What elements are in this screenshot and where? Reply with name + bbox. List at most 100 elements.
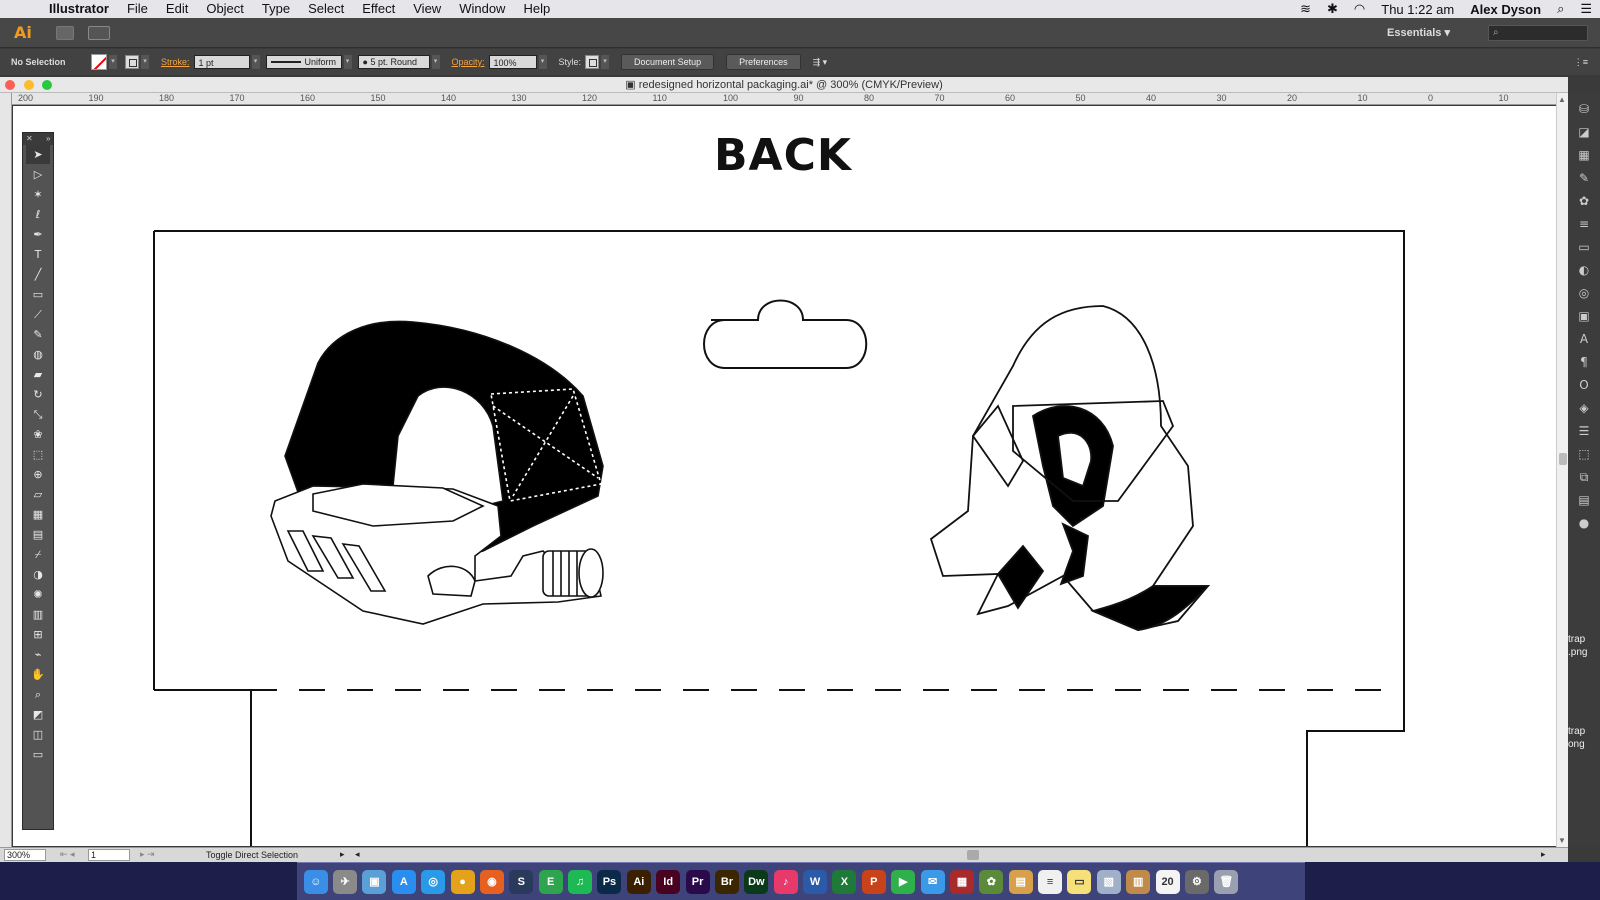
color-icon[interactable]: ● [1575,516,1593,530]
zoom-level-field[interactable]: 300% [4,849,46,861]
minimize-window-button[interactable] [24,80,34,90]
slice-icon[interactable]: ⌁ [26,645,50,664]
pathfinder-icon[interactable]: ⧉ [1575,470,1593,484]
scroll-right-icon[interactable]: ▸ [1541,849,1546,860]
firefox-icon[interactable]: ◉ [479,869,504,894]
facetime-icon[interactable]: ▶ [891,869,916,894]
free-transform-icon[interactable]: ⬚ [26,445,50,464]
help-search-input[interactable]: ⌕ [1488,25,1588,41]
fill-stroke-swatch-icon[interactable]: ◩ [26,705,50,724]
ibooks-2-icon[interactable]: ▥ [1126,869,1151,894]
spotlight-icon[interactable]: ⌕ [1549,1,1572,17]
paintbrush-icon[interactable]: ⟋ [26,305,50,324]
scroll-up-icon[interactable]: ▲ [1558,95,1566,104]
bridge-icon[interactable]: Br [714,869,739,894]
notes-icon[interactable]: ≡ [1038,869,1063,894]
trash-icon[interactable]: 🗑 [1214,869,1239,894]
vertical-scroll-thumb[interactable] [1559,453,1567,465]
menu-window[interactable]: Window [450,0,514,18]
eraser-icon[interactable]: ▰ [26,365,50,384]
creative-cloud-icon[interactable]: ≋ [1292,1,1319,17]
hand-icon[interactable]: ✋ [26,665,50,684]
premiere-icon[interactable]: Pr [685,869,710,894]
symbol-sprayer-icon[interactable]: ✺ [26,585,50,604]
panel-menu-icon[interactable]: ⋮≡ [1574,57,1588,68]
scroll-left-icon[interactable]: ◂ [355,849,360,860]
gradient-icon[interactable]: ▤ [26,525,50,544]
pen-icon[interactable]: ✒ [26,225,50,244]
libraries-icon[interactable]: ⛁ [1575,102,1593,116]
wifi-icon[interactable]: ◠ [1346,1,1373,17]
scroll-down-icon[interactable]: ▼ [1558,836,1566,845]
menu-illustrator[interactable]: Illustrator [40,0,118,18]
linked-file-label-2[interactable]: trap ong [1568,725,1600,751]
menu-type[interactable]: Type [253,0,299,18]
appearance-icon[interactable]: ◎ [1575,286,1593,300]
document-setup-button[interactable]: Document Setup [621,54,715,70]
vertical-scrollbar[interactable]: ▲ ▼ [1556,93,1568,847]
opacity-dropdown[interactable]: ▾ [538,55,547,69]
launchpad-icon[interactable]: ✈ [333,869,358,894]
gradient-panel-icon[interactable]: ▭ [1575,240,1593,254]
app-store-icon[interactable]: A [391,869,416,894]
finder-icon[interactable]: ☺ [303,869,328,894]
brushes-icon[interactable]: ✎ [1575,171,1593,185]
opacity-label[interactable]: Opacity: [452,57,485,67]
artboard-number-field[interactable]: 1 [88,849,130,861]
draw-mode-icon[interactable]: ◫ [26,725,50,744]
zoom-icon[interactable]: ⌕ [26,685,50,704]
powerpoint-icon[interactable]: P [861,869,886,894]
bluetooth-icon[interactable]: ✱ [1319,1,1346,17]
stroke-label[interactable]: Stroke: [161,57,190,67]
workspace-switcher[interactable]: Essentials ▾ [1387,26,1450,39]
excel-icon[interactable]: X [832,869,857,894]
preferences-button[interactable]: Preferences [726,54,801,70]
selection-icon[interactable]: ➤ [26,145,50,164]
warp-icon[interactable]: ❀ [26,425,50,444]
transparency-icon[interactable]: ◐ [1575,263,1593,277]
stroke-weight-input[interactable]: 1 pt [193,55,250,69]
word-icon[interactable]: W [803,869,828,894]
menu-object[interactable]: Object [197,0,253,18]
stickies-icon[interactable]: ▭ [1067,869,1092,894]
preview-2-icon[interactable]: ▧ [1096,869,1121,894]
menu-help[interactable]: Help [514,0,559,18]
messages-icon[interactable]: ✉ [920,869,945,894]
shape-builder-icon[interactable]: ⊕ [26,465,50,484]
safari-icon[interactable]: ◎ [421,869,446,894]
dreamweaver-icon[interactable]: Dw [744,869,769,894]
scale-icon[interactable]: ⤡ [26,405,50,424]
fill-dropdown[interactable]: ▾ [109,55,117,69]
lasso-icon[interactable]: ℓ [26,205,50,224]
artboard-canvas[interactable]: BACK [13,106,1556,846]
notification-center-icon[interactable]: ☰ [1572,1,1600,17]
style-dropdown[interactable]: ▾ [601,55,610,69]
horizontal-scroll-thumb[interactable] [967,850,979,860]
system-preferences-icon[interactable]: ⚙ [1184,869,1209,894]
pencil-icon[interactable]: ✎ [26,325,50,344]
symbols-icon[interactable]: ✿ [1575,194,1593,208]
rotate-icon[interactable]: ↻ [26,385,50,404]
artwork[interactable] [13,106,1556,846]
arrange-icon[interactable]: ⇶ ▾ [813,57,828,68]
mesh-icon[interactable]: ▦ [26,505,50,524]
magic-wand-icon[interactable]: ✶ [26,185,50,204]
evernote-icon[interactable]: E [538,869,563,894]
vertical-ruler[interactable] [0,93,12,847]
user-name[interactable]: Alex Dyson [1462,2,1549,17]
photoshop-icon[interactable]: Ps [597,869,622,894]
graph-icon[interactable]: ▥ [26,605,50,624]
illustrator-icon[interactable]: Ai [626,869,651,894]
brush-dropdown[interactable]: ▾ [431,55,440,69]
brush-definition[interactable]: ● 5 pt. Round [357,55,430,69]
indesign-icon[interactable]: Id [656,869,681,894]
linked-file-label-1[interactable]: trap .png [1568,633,1600,659]
tools-panel-header[interactable]: ✕ » [23,133,53,145]
horizontal-ruler[interactable]: 200 190 180 170 160 150 140 130 120 110 100 90 80 70 6… [12,93,1556,105]
steam-icon[interactable]: S [509,869,534,894]
profile-dropdown[interactable]: ▾ [343,55,352,69]
itunes-icon[interactable]: ♪ [773,869,798,894]
eyedropper-icon[interactable]: ⌿ [26,545,50,564]
chrome-icon[interactable]: ● [450,869,475,894]
screen-mode-icon[interactable]: ▭ [26,745,50,764]
